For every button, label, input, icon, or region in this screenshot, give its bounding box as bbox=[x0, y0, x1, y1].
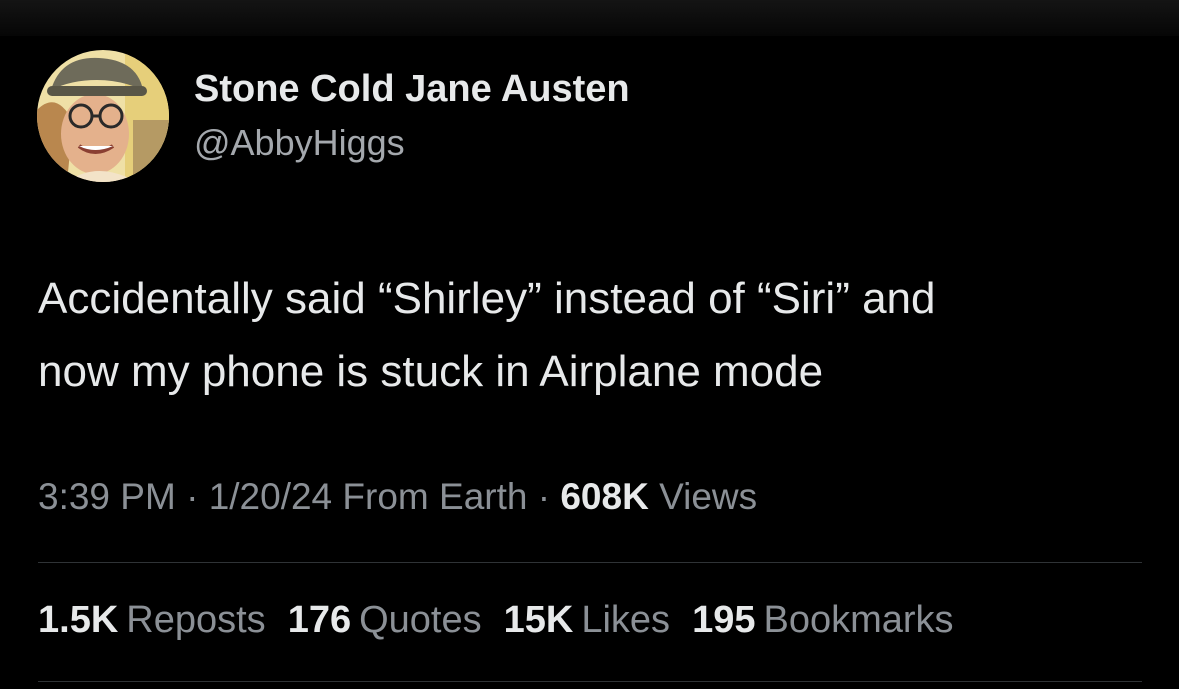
meta-separator: · bbox=[537, 476, 551, 517]
reposts-label: Reposts bbox=[126, 599, 266, 641]
tweet-metadata: 3:39 PM · 1/20/24 From Earth · 608K View… bbox=[38, 476, 757, 518]
reposts-stat[interactable]: 1.5K Reposts bbox=[38, 599, 266, 642]
likes-count: 15K bbox=[503, 599, 574, 641]
divider bbox=[38, 562, 1142, 563]
divider bbox=[38, 681, 1142, 682]
tweet-text-line: Accidentally said “Shirley” instead of “… bbox=[38, 274, 936, 323]
tweet-time[interactable]: 3:39 PM bbox=[38, 476, 176, 517]
bookmarks-stat[interactable]: 195 Bookmarks bbox=[692, 599, 953, 642]
author-display-name[interactable]: Stone Cold Jane Austen bbox=[194, 68, 630, 111]
engagement-stats: 1.5K Reposts 176 Quotes 15K Likes 195 Bookmarks bbox=[38, 599, 976, 642]
meta-separator: · bbox=[186, 476, 199, 517]
author-handle[interactable]: @AbbyHiggs bbox=[194, 122, 405, 164]
reposts-count: 1.5K bbox=[38, 599, 119, 641]
top-bar-shadow bbox=[0, 0, 1179, 36]
bookmarks-label: Bookmarks bbox=[763, 599, 954, 641]
tweet-text: Accidentally said “Shirley” instead of “… bbox=[38, 262, 1148, 408]
bookmarks-count: 195 bbox=[692, 599, 756, 641]
profile-photo-icon bbox=[37, 50, 169, 182]
quotes-stat[interactable]: 176 Quotes bbox=[288, 599, 482, 642]
likes-stat[interactable]: 15K Likes bbox=[504, 599, 670, 642]
tweet-source: From Earth bbox=[342, 476, 528, 517]
quotes-label: Quotes bbox=[359, 599, 482, 641]
views-count: 608K bbox=[560, 476, 649, 517]
quotes-count: 176 bbox=[287, 599, 352, 641]
tweet-text-line: now my phone is stuck in Airplane mode bbox=[38, 347, 824, 396]
tweet-date[interactable]: 1/20/24 bbox=[209, 476, 332, 517]
avatar[interactable] bbox=[37, 50, 169, 182]
views-label: Views bbox=[659, 476, 758, 517]
likes-label: Likes bbox=[581, 599, 671, 641]
